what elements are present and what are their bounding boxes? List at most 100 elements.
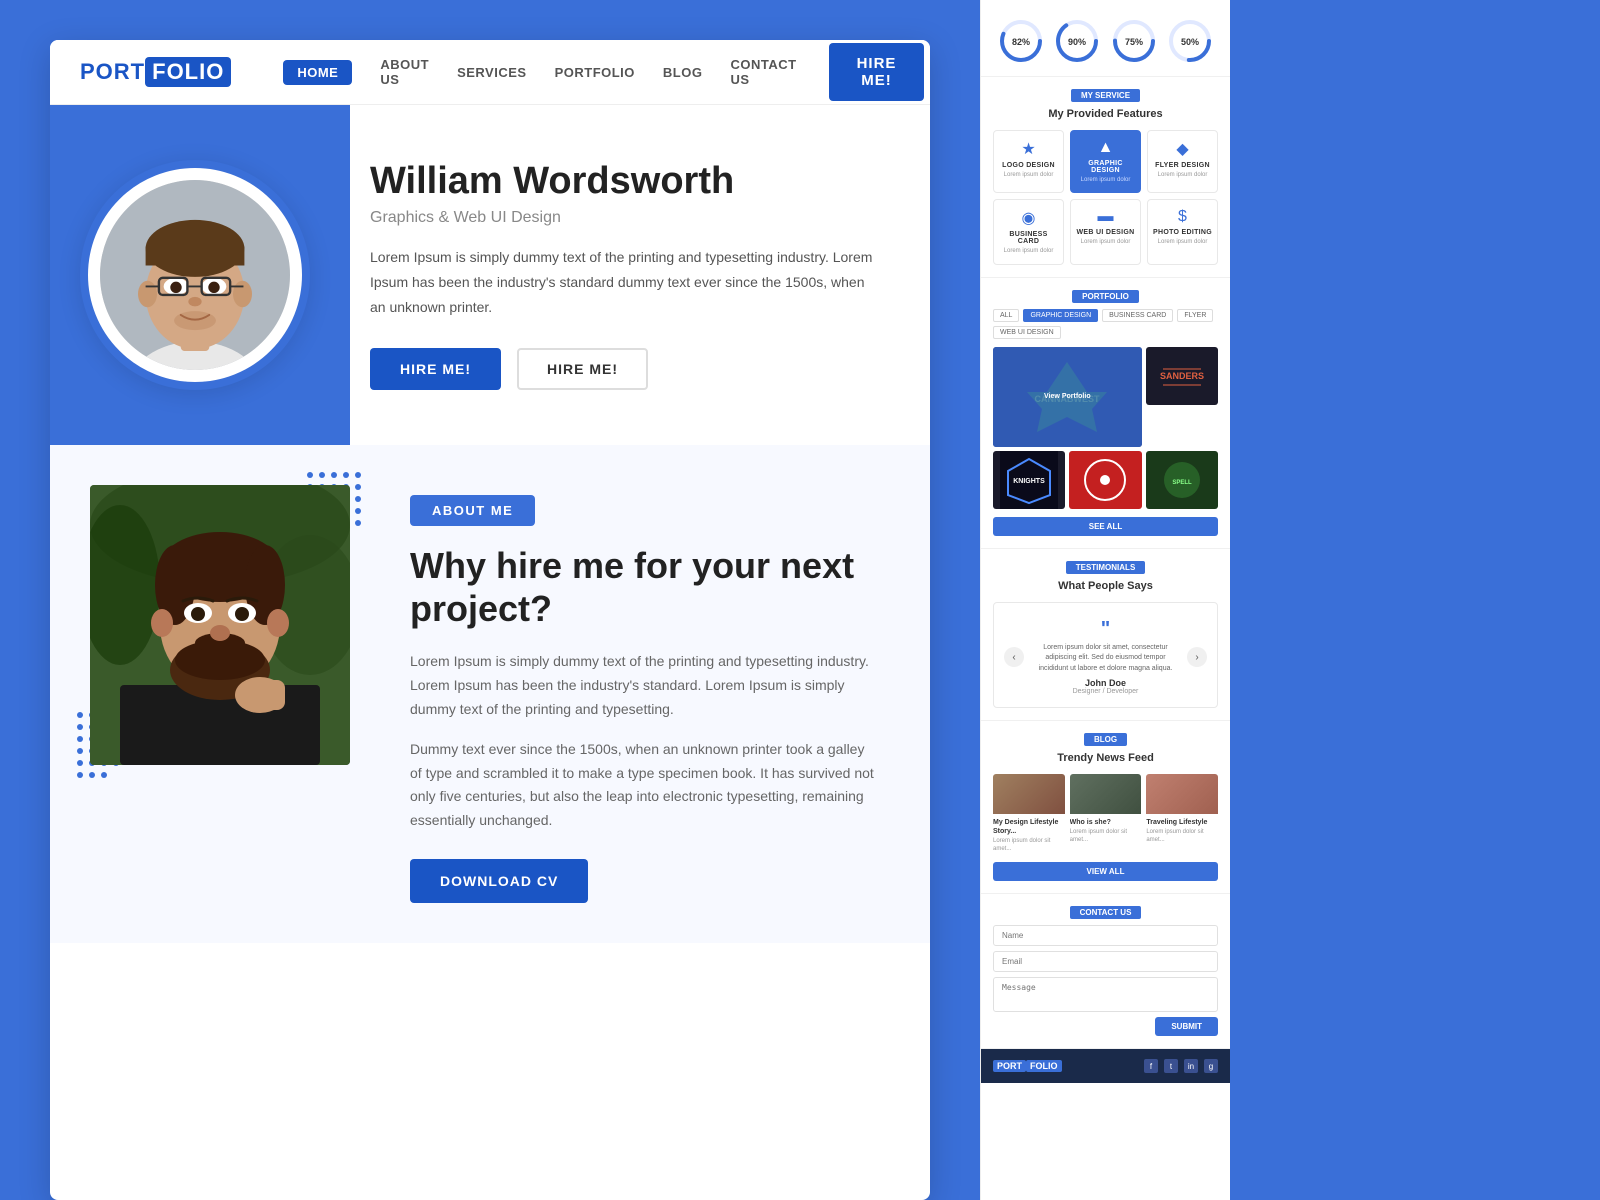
blog-image-3 <box>1146 774 1218 814</box>
contact-tag: CONTACT US <box>1070 906 1142 919</box>
web-ui-label: WEB UI DESIGN <box>1075 229 1136 236</box>
skill-circle-svg-1: 82% <box>998 18 1044 64</box>
about-para-1: Lorem Ipsum is simply dummy text of the … <box>410 650 880 721</box>
footer-logo: PORTFOLIO <box>993 1061 1062 1071</box>
filter-flyer[interactable]: FLYER <box>1177 309 1213 322</box>
logo-design-icon: ★ <box>998 139 1059 159</box>
hero-buttons: HIRE ME! HIRE ME! <box>370 348 880 390</box>
hero-subtitle: Graphics & Web UI Design <box>370 209 880 227</box>
social-linkedin[interactable]: in <box>1184 1059 1198 1073</box>
about-section: ABOUT ME Why hire me for your next proje… <box>50 445 930 943</box>
portfolio-soccer-image <box>1069 451 1141 509</box>
logo-folio: FOLIO <box>145 57 231 87</box>
skills-section: 82% 90% 75% 50% <box>981 0 1230 77</box>
business-card-desc: Lorem ipsum dolor <box>998 247 1059 255</box>
blog-title-3: Traveling Lifestyle <box>1146 818 1218 827</box>
contact-submit-button[interactable]: SUBMIT <box>1155 1017 1218 1036</box>
see-all-portfolio-button[interactable]: SEE ALL <box>993 517 1218 536</box>
about-content: ABOUT ME Why hire me for your next proje… <box>410 485 880 903</box>
nav-home[interactable]: HOME <box>283 60 352 85</box>
svg-text:75%: 75% <box>1125 37 1143 47</box>
avatar-image <box>100 180 290 370</box>
nav-about[interactable]: ABOUT US <box>380 57 429 87</box>
avatar <box>95 175 295 375</box>
blog-grid: My Design Lifestyle Story... Lorem ipsum… <box>993 774 1218 854</box>
blog-section: BLOG Trendy News Feed My Design Lifestyl… <box>981 721 1230 894</box>
nav-services[interactable]: SERVICES <box>457 65 527 80</box>
graphic-design-label: GRAPHIC DESIGN <box>1075 160 1136 174</box>
service-graphic-design: ▲ GRAPHIC DESIGN Lorem ipsum dolor <box>1070 130 1141 193</box>
footer-logo-folio: FOLIO <box>1026 1060 1062 1072</box>
graphic-design-icon: ▲ <box>1075 139 1136 157</box>
services-grid: ★ LOGO DESIGN Lorem ipsum dolor ▲ GRAPHI… <box>993 130 1218 265</box>
nav-contact[interactable]: CONTACT US <box>730 57 796 87</box>
contact-email-input[interactable] <box>993 951 1218 972</box>
skill-4: 50% <box>1167 18 1213 64</box>
skill-circle-svg-2: 90% <box>1054 18 1100 64</box>
social-twitter[interactable]: t <box>1164 1059 1178 1073</box>
portfolio-spell-image: SPELL <box>1146 451 1218 509</box>
photo-editing-icon: $ <box>1152 208 1213 226</box>
service-photo-editing: $ PHOTO EDITING Lorem ipsum dolor <box>1147 199 1218 264</box>
nav-blog[interactable]: BLOG <box>663 65 703 80</box>
contact-message-input[interactable] <box>993 977 1218 1012</box>
sidebar-footer: PORTFOLIO f t in g <box>981 1049 1230 1083</box>
avatar-ring <box>80 160 310 390</box>
social-googleplus[interactable]: g <box>1204 1059 1218 1073</box>
right-sidebar: 82% 90% 75% 50% MY SERVI <box>980 0 1230 1200</box>
portfolio-grid: CANNABWEST View Portfolio SANDERS <box>993 347 1218 509</box>
quote-mark: " <box>1032 619 1179 639</box>
portfolio-item-cannabis: CANNABWEST View Portfolio <box>993 347 1142 447</box>
nav-links: HOME ABOUT US SERVICES PORTFOLIO BLOG CO… <box>283 57 796 87</box>
footer-logo-port: PORT <box>993 1060 1026 1072</box>
view-all-blog-button[interactable]: VIEW ALL <box>993 862 1218 881</box>
main-section: PORTFOLIO HOME ABOUT US SERVICES PORTFOL… <box>0 0 980 1200</box>
photo-editing-label: PHOTO EDITING <box>1152 229 1213 236</box>
svg-text:SPELL: SPELL <box>1172 480 1192 486</box>
testimonials-title: What People Says <box>993 580 1218 592</box>
hire-me-button-2[interactable]: HIRE ME! <box>517 348 648 390</box>
business-card-label: BUSINESS CARD <box>998 231 1059 245</box>
knights-logo-svg: KNIGHTS <box>1000 451 1058 509</box>
blog-image-1 <box>993 774 1065 814</box>
testimonial-prev-button[interactable]: ‹ <box>1004 647 1024 667</box>
testimonial-next-button[interactable]: › <box>1187 647 1207 667</box>
hero-content: William Wordsworth Graphics & Web UI Des… <box>370 160 880 391</box>
logo-port: PORT <box>80 59 145 85</box>
skill-2: 90% <box>1054 18 1100 64</box>
nav-portfolio[interactable]: PORTFOLIO <box>555 65 635 80</box>
download-cv-button[interactable]: DOWNLOAD CV <box>410 859 588 903</box>
about-me-badge: ABOUT ME <box>410 495 535 526</box>
services-section: MY SERVICE My Provided Features ★ LOGO D… <box>981 77 1230 278</box>
filter-all[interactable]: ALL <box>993 309 1019 322</box>
contact-name-input[interactable] <box>993 925 1218 946</box>
skill-circle-svg-4: 50% <box>1167 18 1213 64</box>
filter-business[interactable]: BUSINESS CARD <box>1102 309 1173 322</box>
about-image <box>90 485 350 765</box>
hire-me-nav-button[interactable]: HIRE ME! <box>829 43 925 101</box>
hero-section: William Wordsworth Graphics & Web UI Des… <box>50 105 930 445</box>
hire-me-button-1[interactable]: HIRE ME! <box>370 348 501 390</box>
blog-title-1: My Design Lifestyle Story... <box>993 818 1065 836</box>
view-portfolio-overlay[interactable]: View Portfolio <box>993 347 1142 447</box>
service-web-ui: ▬ WEB UI DESIGN Lorem ipsum dolor <box>1070 199 1141 264</box>
social-facebook[interactable]: f <box>1144 1059 1158 1073</box>
contact-section: CONTACT US SUBMIT <box>981 894 1230 1049</box>
navbar: PORTFOLIO HOME ABOUT US SERVICES PORTFOL… <box>50 40 930 105</box>
portfolio-item-sanders: SANDERS <box>1146 347 1218 405</box>
about-title: Why hire me for your next project? <box>410 544 880 630</box>
blog-title-2: Who is she? <box>1070 818 1142 827</box>
spell-logo-svg: SPELL <box>1153 451 1211 509</box>
logo-design-label: LOGO DESIGN <box>998 162 1059 169</box>
testimonial-text: Lorem ipsum dolor sit amet, consectetur … <box>1032 643 1179 675</box>
filter-web[interactable]: WEB UI DESIGN <box>993 326 1061 339</box>
services-tag: MY SERVICE <box>1071 89 1140 102</box>
blog-title: Trendy News Feed <box>993 752 1218 764</box>
site-logo: PORTFOLIO <box>80 57 231 87</box>
hero-description: Lorem Ipsum is simply dummy text of the … <box>370 245 880 321</box>
blog-image-2 <box>1070 774 1142 814</box>
portfolio-knights-image: KNIGHTS <box>993 451 1065 509</box>
blog-excerpt-3: Lorem ipsum dolor sit amet... <box>1146 829 1218 845</box>
service-business-card: ◉ BUSINESS CARD Lorem ipsum dolor <box>993 199 1064 264</box>
filter-graphic[interactable]: GRAPHIC DESIGN <box>1023 309 1098 322</box>
